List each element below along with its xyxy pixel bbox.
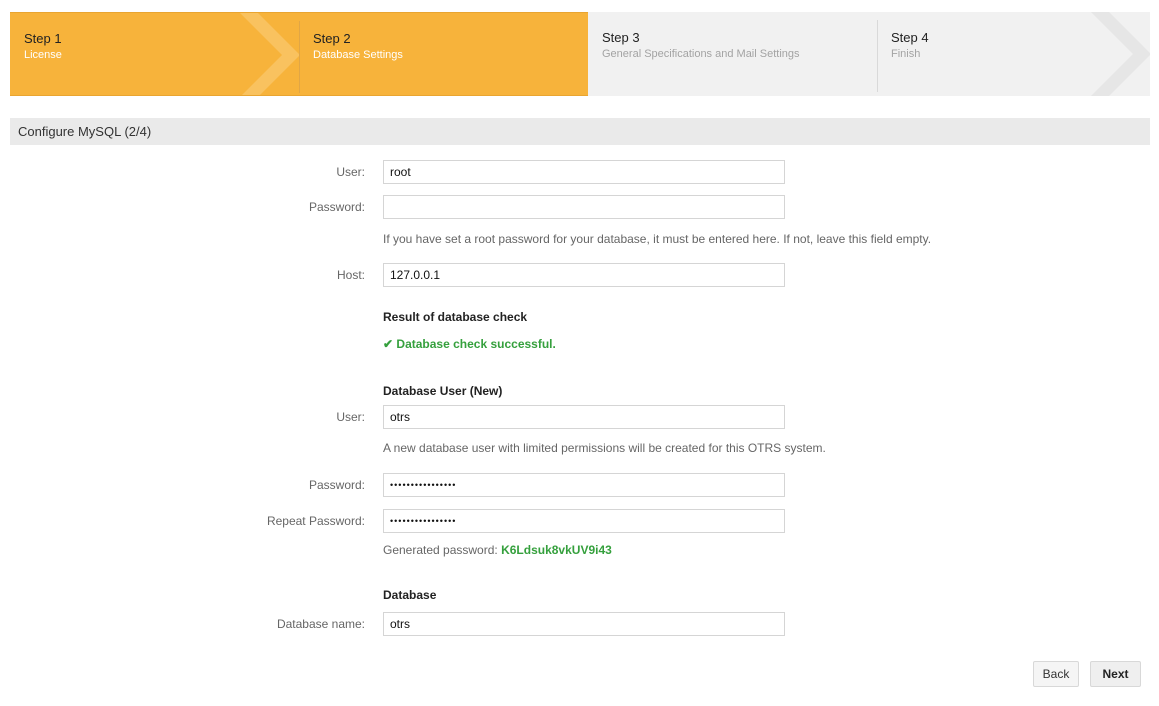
- admin-user-input[interactable]: root: [383, 160, 785, 184]
- step-3-number: Step 3: [602, 30, 640, 45]
- step-4: Step 4 Finish: [877, 12, 1150, 96]
- database-name-input[interactable]: otrs: [383, 612, 785, 636]
- database-name-label: Database name:: [276, 617, 365, 631]
- admin-password-label: Password:: [308, 200, 365, 214]
- step-1: Step 1 License: [10, 12, 299, 96]
- check-heading: Result of database check: [383, 310, 528, 324]
- back-button[interactable]: Back: [1033, 661, 1079, 687]
- repeat-password-label: Repeat Password:: [266, 514, 365, 528]
- host-input[interactable]: 127.0.0.1: [383, 263, 785, 287]
- setup-steps: Step 1 License Step 2 Database Settings …: [10, 12, 1150, 96]
- db-user-input[interactable]: otrs: [383, 405, 785, 429]
- check-result-text: Database check successful.: [396, 337, 556, 351]
- checkmark-icon: ✔: [383, 337, 394, 351]
- section-title: Configure MySQL (2/4): [10, 118, 1150, 145]
- step-2-description: Database Settings: [313, 49, 403, 61]
- step-chevron-icon: [240, 13, 299, 95]
- new-user-heading: Database User (New): [383, 384, 503, 398]
- db-password-input[interactable]: ••••••••••••••••: [383, 473, 785, 497]
- generated-password-value: K6Ldsuk8vkUV9i43: [501, 543, 612, 557]
- step-3: Step 3 General Specifications and Mail S…: [588, 12, 877, 96]
- step-2: Step 2 Database Settings: [299, 12, 588, 96]
- db-user-label: User:: [336, 410, 365, 424]
- host-label: Host:: [336, 268, 365, 282]
- admin-user-label: User:: [336, 165, 365, 179]
- repeat-password-input[interactable]: ••••••••••••••••: [383, 509, 785, 533]
- check-result: ✔ Database check successful.: [383, 337, 556, 351]
- generated-password-label: Generated password:: [383, 543, 498, 557]
- generated-password: Generated password: K6Ldsuk8vkUV9i43: [383, 543, 612, 557]
- mysql-config-form: User: root Password: If you have set a r…: [10, 145, 1150, 700]
- step-3-description: General Specifications and Mail Settings: [602, 48, 800, 60]
- admin-password-input[interactable]: [383, 195, 785, 219]
- db-password-label: Password:: [308, 478, 365, 492]
- step-chevron-icon: [1091, 12, 1150, 96]
- database-heading: Database: [383, 588, 437, 602]
- db-user-hint: A new database user with limited permiss…: [383, 441, 826, 455]
- step-2-number: Step 2: [313, 31, 351, 46]
- next-button[interactable]: Next: [1090, 661, 1141, 687]
- admin-password-hint: If you have set a root password for your…: [383, 232, 932, 246]
